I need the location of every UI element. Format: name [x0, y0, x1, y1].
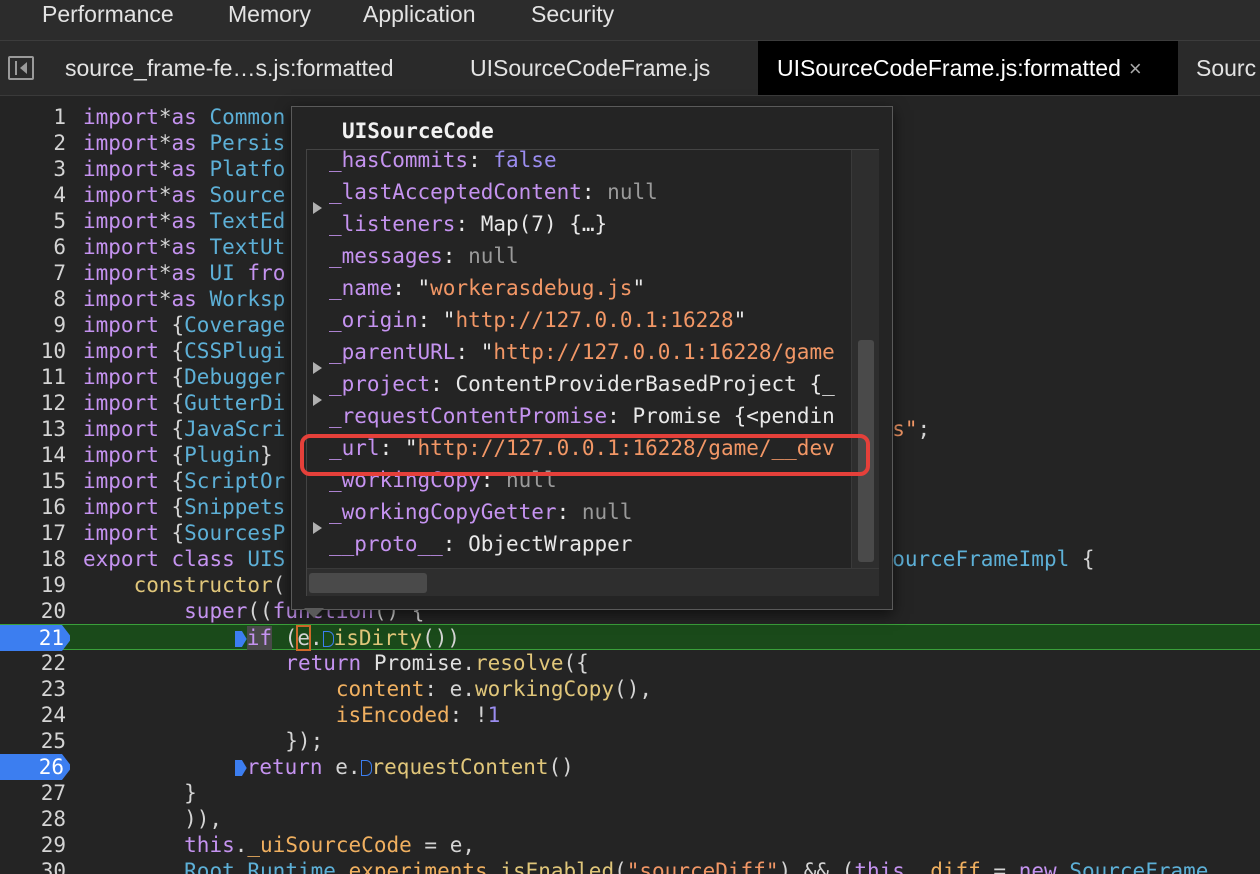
object-preview-popover: UISourceCode _hasCommits: false _lastAcc…: [291, 106, 893, 610]
line-number[interactable]: 16: [0, 494, 66, 520]
line-number[interactable]: 4: [0, 182, 66, 208]
property-row[interactable]: _listeners: Map(7) {…}: [329, 208, 607, 240]
tab-memory[interactable]: Memory: [228, 0, 311, 30]
line-number[interactable]: 14: [0, 442, 66, 468]
property-row[interactable]: _requestContentPromise: Promise {<pendin: [329, 400, 835, 432]
file-tab-source-frame[interactable]: source_frame-fe…s.js:formatted: [65, 41, 394, 95]
vertical-scrollbar[interactable]: [851, 150, 879, 568]
file-tab-overflow[interactable]: Sourc: [1196, 41, 1256, 95]
line-number[interactable]: 3: [0, 156, 66, 182]
horizontal-scrollbar[interactable]: [307, 568, 879, 596]
toggle-navigator-icon[interactable]: [8, 56, 34, 80]
editor-file-tabs: source_frame-fe…s.js:formatted UISourceC…: [0, 41, 1260, 96]
code-line: 23 content: e.workingCopy(),: [0, 676, 1260, 702]
scrollbar-thumb[interactable]: [309, 573, 427, 593]
property-list[interactable]: _hasCommits: false _lastAcceptedContent:…: [306, 149, 879, 596]
line-number[interactable]: 10: [0, 338, 66, 364]
property-row[interactable]: _parentURL: "http://127.0.0.1:16228/game: [329, 336, 835, 368]
line-number[interactable]: 11: [0, 364, 66, 390]
code-line: 27 }: [0, 780, 1260, 806]
tab-performance[interactable]: Performance: [42, 0, 174, 30]
line-number[interactable]: 6: [0, 234, 66, 260]
file-tab-label: source_frame-fe…s.js:formatted: [65, 55, 394, 81]
property-row-url[interactable]: _url: "http://127.0.0.1:16228/game/__dev: [329, 432, 835, 464]
inline-breakpoint-icon[interactable]: [360, 760, 372, 776]
line-number[interactable]: 19: [0, 572, 66, 598]
line-number[interactable]: 30: [0, 858, 66, 874]
line-number[interactable]: 12: [0, 390, 66, 416]
line-number[interactable]: 27: [0, 780, 66, 806]
line-number[interactable]: 22: [0, 650, 66, 676]
code-line: 30 Root.Runtime.experiments.isEnabled("s…: [0, 858, 1260, 874]
line-number[interactable]: 7: [0, 260, 66, 286]
line-number[interactable]: 13: [0, 416, 66, 442]
line-number[interactable]: 20: [0, 598, 66, 624]
property-row[interactable]: _origin: "http://127.0.0.1:16228": [329, 304, 746, 336]
property-row[interactable]: __proto__: ObjectWrapper: [329, 528, 632, 560]
line-number[interactable]: 5: [0, 208, 66, 234]
line-number[interactable]: 23: [0, 676, 66, 702]
expand-triangle-icon[interactable]: [313, 202, 322, 214]
file-tab-uisourcecodeframe-formatted[interactable]: UISourceCodeFrame.js:formatted ×: [758, 41, 1178, 95]
expand-triangle-icon[interactable]: [313, 522, 322, 534]
file-tab-label: Sourc: [1196, 55, 1257, 81]
property-row[interactable]: _workingCopy: null: [329, 464, 557, 496]
tab-security[interactable]: Security: [531, 0, 614, 30]
tab-application[interactable]: Application: [363, 0, 476, 30]
line-number[interactable]: 28: [0, 806, 66, 832]
file-tab-label: UISourceCodeFrame.js:formatted: [777, 55, 1121, 81]
popover-caret: [304, 608, 324, 618]
breakpoint-marker[interactable]: 26: [0, 754, 70, 780]
inline-breakpoint-icon[interactable]: [234, 631, 247, 647]
file-tab-label: UISourceCodeFrame.js: [470, 55, 711, 81]
property-row[interactable]: _messages: null: [329, 240, 519, 272]
property-row[interactable]: _workingCopyGetter: null: [329, 496, 632, 528]
line-number[interactable]: 24: [0, 702, 66, 728]
code-line: 25 });: [0, 728, 1260, 754]
line-number[interactable]: 18: [0, 546, 66, 572]
inline-breakpoint-icon[interactable]: [322, 631, 334, 647]
line-number[interactable]: 1: [0, 104, 66, 130]
scrollbar-thumb[interactable]: [858, 340, 874, 562]
close-tab-icon[interactable]: ×: [1129, 56, 1142, 81]
popover-title: UISourceCode: [342, 119, 494, 143]
line-number[interactable]: 15: [0, 468, 66, 494]
property-row[interactable]: _project: ContentProviderBasedProject {_: [329, 368, 835, 400]
property-row[interactable]: _lastAcceptedContent: null: [329, 176, 658, 208]
expand-triangle-icon[interactable]: [313, 362, 322, 374]
breakpoint-marker[interactable]: 21: [0, 625, 70, 651]
line-number[interactable]: 2: [0, 130, 66, 156]
expand-triangle-icon[interactable]: [313, 394, 322, 406]
line-number[interactable]: 29: [0, 832, 66, 858]
code-line: 24 isEncoded: !1: [0, 702, 1260, 728]
code-line: 29 this._uiSourceCode = e,: [0, 832, 1260, 858]
execution-line: 21 if (e. isDirty()): [0, 624, 1260, 651]
code-line: 22 return Promise.resolve({: [0, 650, 1260, 676]
property-row[interactable]: _name: "workerasdebug.js": [329, 272, 645, 304]
file-tab-uisourcecodeframe[interactable]: UISourceCodeFrame.js: [470, 41, 710, 95]
line-number[interactable]: 17: [0, 520, 66, 546]
line-number[interactable]: 8: [0, 286, 66, 312]
code-line: 28 )),: [0, 806, 1260, 832]
line-number[interactable]: 9: [0, 312, 66, 338]
devtools-panel-tabs: Performance Memory Application Security: [0, 0, 1260, 41]
inline-breakpoint-icon[interactable]: [234, 760, 247, 776]
line-number[interactable]: 25: [0, 728, 66, 754]
property-row[interactable]: _hasCommits: false: [329, 150, 557, 176]
code-line: 26 return e. requestContent(): [0, 754, 1260, 780]
